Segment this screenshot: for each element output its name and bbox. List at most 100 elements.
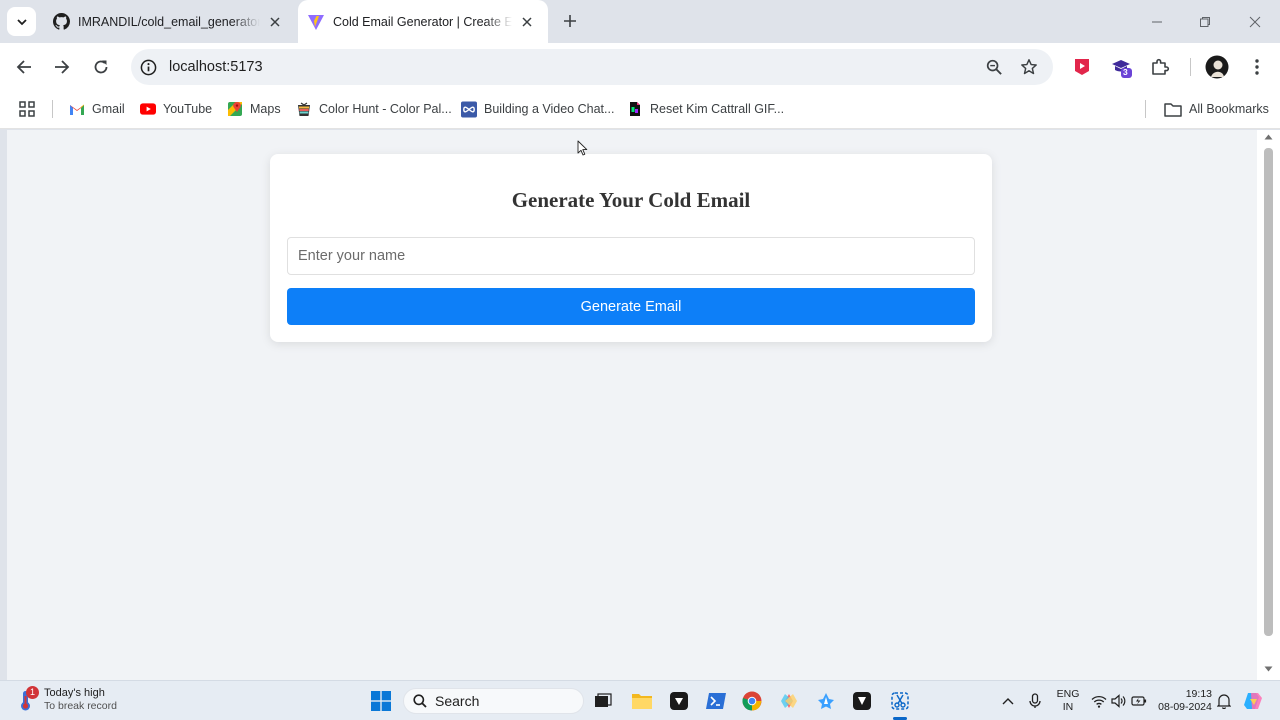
powershell-icon[interactable] bbox=[704, 689, 728, 713]
tab-title: IMRANDIL/cold_email_generator_ bbox=[78, 14, 260, 29]
taskbar-search[interactable]: Search bbox=[403, 688, 584, 714]
back-button[interactable] bbox=[9, 52, 39, 82]
file-explorer-icon[interactable] bbox=[630, 689, 654, 713]
name-input[interactable] bbox=[287, 237, 975, 275]
plus-icon bbox=[564, 15, 576, 27]
extension-icon-red[interactable] bbox=[1070, 55, 1094, 79]
maps-icon bbox=[227, 101, 243, 117]
apps-grid-button[interactable] bbox=[19, 99, 42, 119]
close-icon[interactable] bbox=[266, 13, 284, 31]
gif-icon bbox=[627, 101, 643, 117]
chevron-down-icon bbox=[16, 18, 27, 25]
extension-icon-hat[interactable]: 3 bbox=[1110, 55, 1134, 79]
bookmark-color-hunt[interactable]: Color Hunt - Color Pal... bbox=[296, 99, 452, 119]
restore-icon bbox=[1200, 16, 1210, 27]
address-bar[interactable]: localhost:5173 bbox=[131, 49, 1053, 85]
windows-logo-icon bbox=[371, 691, 391, 711]
bookmark-youtube[interactable]: YouTube bbox=[140, 99, 212, 119]
reload-icon bbox=[94, 60, 108, 74]
all-bookmarks-button[interactable]: All Bookmarks bbox=[1164, 99, 1269, 119]
close-window-button[interactable] bbox=[1232, 0, 1278, 43]
tab-strip: IMRANDIL/cold_email_generator_ Cold Emai… bbox=[0, 0, 1280, 43]
page-title: Generate Your Cold Email bbox=[511, 188, 751, 212]
task-view-icon[interactable] bbox=[591, 689, 615, 713]
tab-title: Cold Email Generator | Create Effe bbox=[333, 14, 512, 29]
photos-app-icon[interactable] bbox=[777, 689, 801, 713]
reload-button[interactable] bbox=[86, 52, 116, 82]
generate-email-button[interactable]: Generate Email bbox=[287, 288, 975, 325]
youtube-icon bbox=[140, 101, 156, 117]
vite-icon bbox=[307, 13, 325, 31]
bookmark-label: Color Hunt - Color Pal... bbox=[319, 102, 452, 116]
all-bookmarks-label: All Bookmarks bbox=[1189, 102, 1269, 116]
weather-title: Today's high bbox=[44, 687, 105, 699]
close-icon[interactable] bbox=[518, 13, 536, 31]
chevron-up-icon[interactable] bbox=[996, 689, 1020, 713]
bookmark-label: Gmail bbox=[92, 102, 125, 116]
scroll-down-arrow-icon[interactable] bbox=[1264, 666, 1273, 672]
mouse-cursor-icon bbox=[577, 140, 588, 156]
page-viewport: Generate Your Cold Email Generate Email bbox=[7, 130, 1257, 680]
zoom-icon[interactable] bbox=[984, 57, 1004, 77]
snipping-tool-icon[interactable] bbox=[888, 689, 912, 713]
bookmarks-bar: Gmail YouTube Maps Color Hunt - Color Pa… bbox=[0, 91, 1280, 129]
weather-widget[interactable]: 1 Today's high To break record bbox=[18, 686, 117, 713]
bookmarks-divider bbox=[1145, 100, 1146, 118]
folder-icon bbox=[1164, 101, 1182, 117]
bookmark-label: YouTube bbox=[163, 102, 213, 116]
apps-grid-icon bbox=[19, 101, 35, 117]
gmail-icon bbox=[69, 101, 85, 117]
notification-bell-icon[interactable] bbox=[1212, 689, 1236, 713]
language-indicator[interactable]: ENG IN bbox=[1054, 688, 1082, 714]
profile-avatar[interactable] bbox=[1205, 55, 1229, 79]
extensions-puzzle-icon[interactable] bbox=[1148, 55, 1172, 79]
clock-date: 08-09-2024 bbox=[1158, 701, 1212, 713]
new-tab-button[interactable] bbox=[559, 10, 581, 32]
weather-subtitle: To break record bbox=[44, 700, 117, 712]
windows-taskbar: 1 Today's high To break record Search EN… bbox=[0, 680, 1280, 720]
url-text[interactable]: localhost:5173 bbox=[169, 59, 263, 75]
forward-button[interactable] bbox=[47, 52, 77, 82]
close-icon bbox=[1249, 16, 1261, 27]
scroll-up-arrow-icon[interactable] bbox=[1264, 134, 1273, 140]
scrollbar-thumb[interactable] bbox=[1264, 148, 1273, 636]
github-icon bbox=[52, 13, 70, 31]
browser-toolbar: localhost:5173 3 bbox=[0, 43, 1280, 91]
colorhunt-icon bbox=[296, 101, 312, 117]
bookmarks-divider bbox=[52, 100, 53, 118]
copilot-icon[interactable] bbox=[1241, 689, 1265, 713]
app-store-icon[interactable] bbox=[814, 689, 838, 713]
clock[interactable]: 19:13 08-09-2024 bbox=[1155, 688, 1215, 714]
tab-search-button[interactable] bbox=[7, 7, 36, 36]
chrome-icon[interactable] bbox=[740, 689, 764, 713]
minimize-button[interactable] bbox=[1134, 0, 1180, 43]
tab-cold-email-generator[interactable]: Cold Email Generator | Create Effe bbox=[298, 0, 548, 43]
bookmark-star-icon[interactable] bbox=[1019, 57, 1039, 77]
bookmark-maps[interactable]: Maps bbox=[227, 99, 281, 119]
terminal-app-icon[interactable] bbox=[667, 689, 691, 713]
search-label: Search bbox=[435, 693, 480, 709]
tab-github[interactable]: IMRANDIL/cold_email_generator_ bbox=[42, 0, 296, 43]
search-icon bbox=[413, 694, 427, 708]
bookmark-gmail[interactable]: Gmail bbox=[69, 99, 125, 119]
notes-app-icon[interactable] bbox=[850, 689, 874, 713]
bookmark-gif[interactable]: Reset Kim Cattrall GIF... bbox=[627, 99, 784, 119]
extension-badge: 3 bbox=[1123, 67, 1128, 77]
arrow-left-icon bbox=[16, 60, 31, 74]
clock-time: 19:13 bbox=[1185, 688, 1212, 700]
bookmark-video-chat[interactable]: Building a Video Chat... bbox=[461, 99, 614, 119]
page-scrollbar[interactable] bbox=[1257, 130, 1280, 680]
more-menu-icon[interactable] bbox=[1245, 55, 1269, 79]
info-icon[interactable] bbox=[139, 58, 157, 76]
minimize-icon bbox=[1152, 21, 1162, 22]
restore-button[interactable] bbox=[1182, 0, 1228, 43]
microphone-icon[interactable] bbox=[1023, 689, 1047, 713]
battery-icon[interactable] bbox=[1127, 689, 1151, 713]
start-button[interactable] bbox=[369, 689, 393, 713]
infinity-icon bbox=[461, 101, 477, 117]
bookmark-label: Maps bbox=[250, 102, 281, 116]
email-generator-card: Generate Your Cold Email Generate Email bbox=[270, 154, 992, 342]
bookmark-label: Reset Kim Cattrall GIF... bbox=[650, 102, 785, 116]
thermometer-icon: 1 bbox=[18, 686, 40, 712]
language-line2: IN bbox=[1062, 701, 1074, 713]
